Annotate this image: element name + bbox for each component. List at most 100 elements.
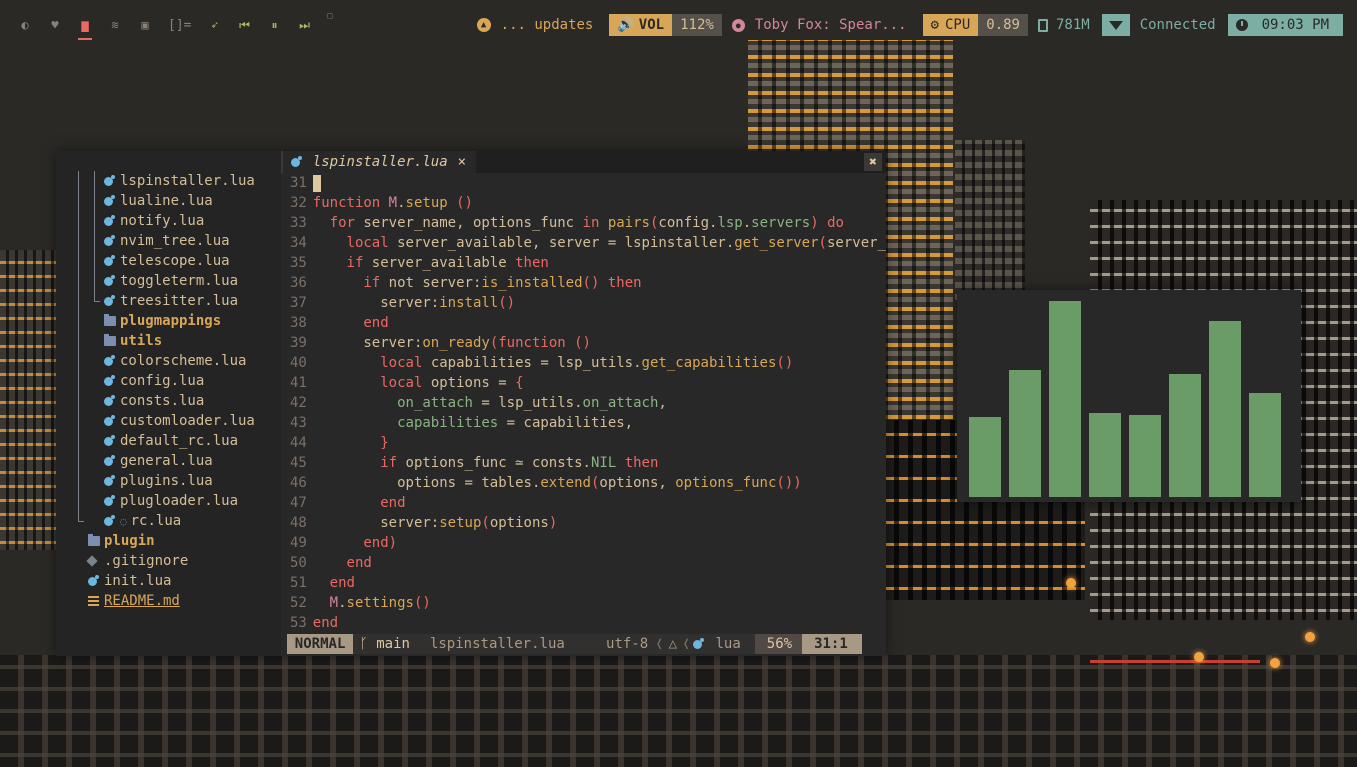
pause-icon[interactable]: ⏸	[261, 12, 287, 38]
line-code: end	[313, 555, 372, 571]
code-line[interactable]: 34 local server_available, server = lspi…	[281, 233, 886, 253]
code-line[interactable]: 48 server:setup(options)	[281, 513, 886, 533]
code-line[interactable]: 49 end)	[281, 533, 886, 553]
tree-folder[interactable]: plugmappings	[56, 311, 281, 331]
code-line[interactable]: 45 if options_func ≃ consts.NIL then	[281, 453, 886, 473]
code-line[interactable]: 53 end	[281, 613, 886, 633]
tree-file[interactable]: general.lua	[56, 451, 281, 471]
previous-icon[interactable]: ⏮	[231, 12, 257, 38]
code-line[interactable]: 39 server:on_ready(function ()	[281, 333, 886, 353]
tab-lspinstaller[interactable]: lspinstaller.lua ×	[280, 151, 477, 173]
indent-guide	[88, 311, 104, 331]
code-token: {	[515, 375, 524, 391]
code-token: (	[818, 235, 827, 251]
firefox-icon[interactable]: ◐	[12, 12, 38, 38]
code-line[interactable]: 32 function M.setup ()	[281, 193, 886, 213]
text-cursor	[312, 174, 321, 192]
code-token: get_capabilities	[641, 355, 777, 371]
code-pane[interactable]: lspinstaller.lua × ✖ 31 32 function M.setu…	[280, 151, 886, 656]
code-token: options =	[422, 375, 516, 391]
code-token: local	[380, 375, 423, 391]
lua-file-icon	[104, 194, 120, 206]
tab-close-icon[interactable]: ×	[458, 154, 466, 170]
code-token: if	[380, 455, 398, 471]
code-line[interactable]: 31	[281, 173, 886, 193]
file-name: plugins.lua	[120, 473, 213, 489]
code-line[interactable]: 35 if server_available then	[281, 253, 886, 273]
layout-indicator[interactable]: []=	[162, 18, 197, 33]
tree-file[interactable]: consts.lua	[56, 391, 281, 411]
tree-file[interactable]: treesitter.lua	[56, 291, 281, 311]
code-line[interactable]: 37 server:install()	[281, 293, 886, 313]
wallpaper-building	[0, 250, 58, 550]
tree-file[interactable]: colorscheme.lua	[56, 351, 281, 371]
mail-icon[interactable]: ▆	[72, 12, 98, 40]
file-name: lualine.lua	[120, 193, 213, 209]
indent-guide	[72, 271, 88, 291]
tree-file[interactable]: customloader.lua	[56, 411, 281, 431]
code-line[interactable]: 50 end	[281, 553, 886, 573]
tree-file[interactable]: notify.lua	[56, 211, 281, 231]
code-token: server:	[312, 295, 440, 311]
cursor-position: 31:1	[802, 634, 862, 654]
updates-module[interactable]: ▲ ... updates	[476, 14, 593, 36]
rocket-icon[interactable]: ➶	[201, 12, 227, 38]
code-token: on_attach	[582, 395, 659, 411]
line-number: 33	[289, 215, 307, 231]
tree-file[interactable]: toggleterm.lua	[56, 271, 281, 291]
tree-file[interactable]: nvim_tree.lua	[56, 231, 281, 251]
code-token: )	[548, 515, 558, 531]
code-line[interactable]: 38 end	[281, 313, 886, 333]
spotify-icon[interactable]: ≋	[102, 12, 128, 38]
code-line[interactable]: 51 end	[281, 573, 886, 593]
indent-guide	[88, 411, 104, 431]
code-token: server:	[312, 515, 440, 531]
wallpaper-light	[1194, 652, 1204, 662]
code-line[interactable]: 52 M.settings()	[281, 593, 886, 613]
network-module[interactable]: Connected	[1101, 14, 1228, 36]
tree-file[interactable]: lspinstaller.lua	[56, 171, 281, 191]
neovim-window[interactable]: lspinstaller.lua lualine.lua notify.lua nvi…	[56, 151, 886, 656]
pocket-icon[interactable]: ♥	[42, 12, 68, 38]
code-line[interactable]: 46 options = tables.extend(options, opti…	[281, 473, 886, 493]
tree-file[interactable]: telescope.lua	[56, 251, 281, 271]
cpu-chip-icon: ⚙	[930, 17, 939, 33]
volume-module[interactable]: 🔊 VOL 112%	[609, 14, 731, 36]
clock-module[interactable]: 09:03 PM	[1227, 14, 1343, 36]
tree-folder[interactable]: utils	[56, 331, 281, 351]
line-code	[312, 174, 321, 192]
tree-file[interactable]: lualine.lua	[56, 191, 281, 211]
lua-file-icon	[104, 274, 120, 286]
code-editor[interactable]: 31 32 function M.setup () 33 for server_nam…	[281, 173, 886, 656]
code-line[interactable]: 43 capabilities = capabilities,	[281, 413, 886, 433]
tree-file[interactable]: default_rc.lua	[56, 431, 281, 451]
code-line[interactable]: 47 end	[281, 493, 886, 513]
lua-file-icon	[104, 174, 120, 186]
wallpaper-ground	[0, 655, 1357, 767]
next-icon[interactable]: ⏭	[291, 12, 317, 38]
code-line[interactable]: 40 local capabilities = lsp_utils.get_ca…	[281, 353, 886, 373]
wallpaper-light	[1270, 658, 1280, 668]
code-token: NIL	[590, 455, 617, 471]
code-line[interactable]: 44 }	[281, 433, 886, 453]
code-token: (	[481, 515, 490, 531]
tree-folder[interactable]: plugin	[56, 531, 281, 551]
code-line[interactable]: 33 for server_name, options_func in pair…	[281, 213, 886, 233]
music-module[interactable]: ● Toby Fox: Spear...	[731, 14, 907, 36]
code-line[interactable]: 36 if not server:is_installed() then	[281, 273, 886, 293]
tree-file[interactable]: config.lua	[56, 371, 281, 391]
code-line[interactable]: 42 on_attach = lsp_utils.on_attach,	[281, 393, 886, 413]
code-line[interactable]: 41 local options = {	[281, 373, 886, 393]
tree-file[interactable]: README.md	[56, 591, 281, 611]
tree-file[interactable]: plugins.lua	[56, 471, 281, 491]
tree-file[interactable]: init.lua	[56, 571, 281, 591]
file-tree[interactable]: lspinstaller.lua lualine.lua notify.lua nvi…	[56, 151, 281, 656]
indent-guide	[72, 351, 88, 371]
tree-file[interactable]: .gitignore	[56, 551, 281, 571]
tree-file[interactable]: plugloader.lua	[56, 491, 281, 511]
discord-icon[interactable]: ▣	[132, 12, 158, 38]
close-icon[interactable]: ✖	[864, 153, 882, 171]
tree-file[interactable]: ◌ rc.lua	[56, 511, 281, 531]
